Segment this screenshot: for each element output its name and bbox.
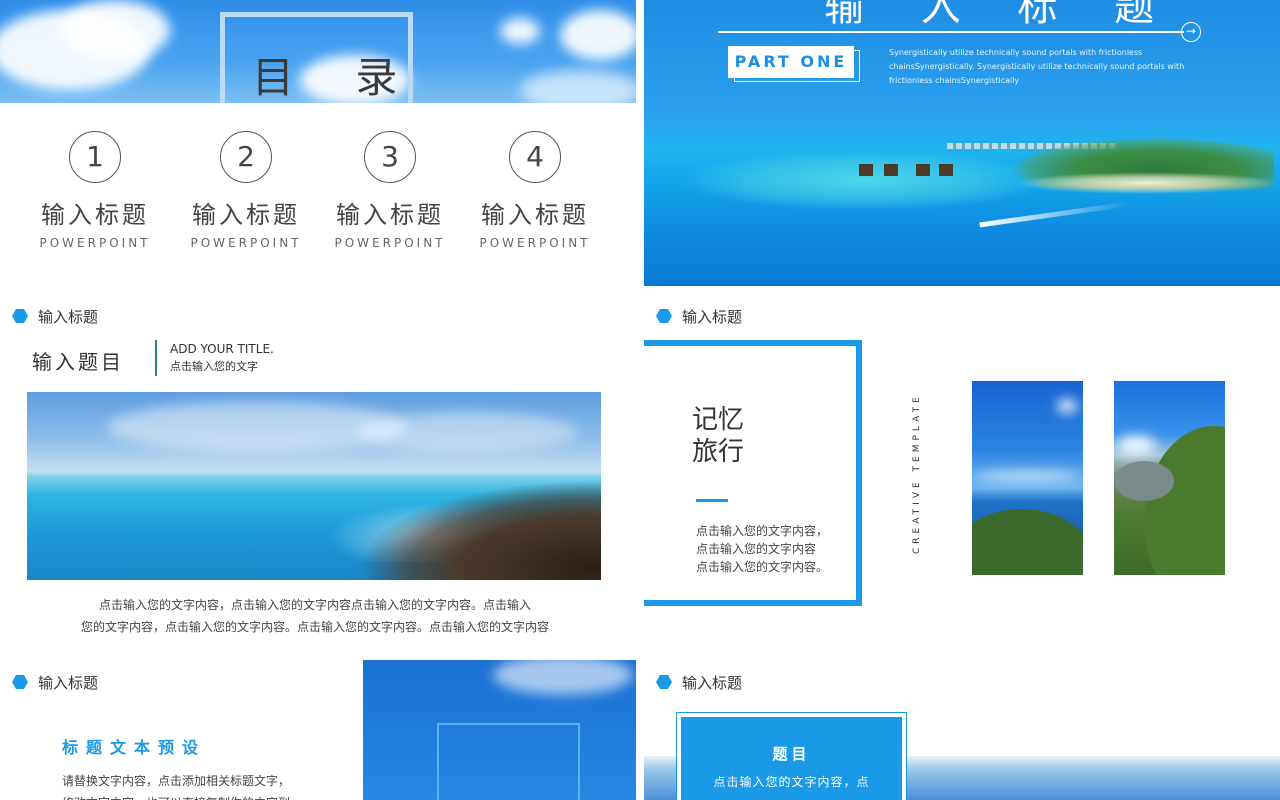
card-body: 点击输入您的文字内容，点 (713, 775, 870, 789)
memo-body: 点击输入您的文字内容， 点击输入您的文字内容 点击输入您的文字内容。 (696, 522, 846, 576)
toc-item-2[interactable]: 2 输入标题 POWERPOINT (176, 131, 316, 250)
hexagon-icon (12, 309, 28, 323)
reef-shape (684, 150, 1044, 210)
toc-label: 输入标题 (481, 201, 589, 229)
section-title: 输入标题 (38, 308, 99, 326)
toc-number: 3 (364, 131, 416, 183)
toc-sub: POWERPOINT (39, 236, 151, 250)
part-label: PART ONE (728, 46, 854, 78)
vertical-caption: CREATIVE TEMPLATE (912, 393, 922, 554)
desc-line: chainsSynergistically. Synergistically u… (889, 62, 1185, 71)
hexagon-icon (656, 309, 672, 323)
hexagon-icon (656, 675, 672, 689)
toc-item-4[interactable]: 4 输入标题 POWERPOINT (465, 131, 605, 250)
section-title: 输入标题 (38, 674, 99, 692)
memo-line: 点击输入您的文字内容。 (696, 560, 829, 574)
para-line: 修改文字内容，也可以直接复制你的内容到 (62, 792, 302, 800)
section-title: 输入标题 (682, 674, 743, 692)
slide-part-one[interactable]: 输 入 标 题 → PART ONE Synergistically utili… (644, 0, 1280, 286)
memo-title-line: 记忆 (692, 405, 745, 435)
heading-en: ADD YOUR TITLE. (170, 342, 274, 356)
heading-divider (155, 340, 157, 376)
toc-label: 输入标题 (192, 201, 300, 229)
slide-memory-travel[interactable]: 输入标题 记忆 旅行 点击输入您的文字内容， 点击输入您的文字内容 点击输入您的… (644, 296, 1280, 650)
arrow-right-icon: → (1181, 22, 1201, 42)
accent-dash (696, 499, 728, 502)
toc-number: 1 (69, 131, 121, 183)
subhead: 标题文本预设 (62, 738, 207, 757)
topic-card[interactable]: 题目 点击输入您的文字内容，点 (677, 713, 906, 800)
slide-toc[interactable]: 目 录 1 输入标题 POWERPOINT 2 输入标题 POWERPOINT … (0, 0, 636, 286)
memo-title: 记忆 旅行 (692, 404, 772, 468)
sea-photo (27, 392, 601, 580)
part-description: Synergistically utilize technically soun… (889, 46, 1189, 88)
toc-label: 输入标题 (41, 201, 149, 229)
slide-topic-card[interactable]: 输入标题 题目 点击输入您的文字内容，点 (644, 660, 1280, 800)
toc-title: 目 录 (252, 53, 422, 102)
memo-title-line: 旅行 (692, 437, 745, 467)
toc-sub: POWERPOINT (190, 236, 302, 250)
toc-number: 4 (509, 131, 561, 183)
heading-cn: 点击输入您的文字 (170, 360, 258, 373)
heading: 输入题目 (32, 350, 124, 374)
section-title: 输入标题 (682, 308, 743, 326)
body-text: 点击输入您的文字内容，点击输入您的文字内容点击输入您的文字内容。点击输入 您的文… (70, 594, 560, 638)
toc-label: 输入标题 (336, 201, 444, 229)
coast-photo-a (972, 381, 1083, 575)
hexagon-icon (12, 675, 28, 689)
para-line: 请替换文字内容，点击添加相关标题文字， (62, 774, 291, 788)
beach-shape (1014, 172, 1279, 194)
toc-sub: POWERPOINT (334, 236, 446, 250)
hut-shape (916, 164, 930, 176)
toc-item-1[interactable]: 1 输入标题 POWERPOINT (25, 131, 165, 250)
card-title: 题目 (772, 745, 811, 763)
desc-line: Synergistically utilize technically soun… (889, 48, 1143, 57)
slide-title: 输 入 标 题 (824, 0, 1177, 30)
body-line: 点击输入您的文字内容，点击输入您的文字内容点击输入您的文字内容。点击输入 (98, 598, 531, 612)
slide-text-preset[interactable]: 输入标题 标题文本预设 请替换文字内容，点击添加相关标题文字， 修改文字内容，也… (0, 660, 636, 800)
slide-title-photo[interactable]: 输入标题 输入题目 ADD YOUR TITLE. 点击输入您的文字 点击输入您… (0, 296, 636, 650)
paragraph: 请替换文字内容，点击添加相关标题文字， 修改文字内容，也可以直接复制你的内容到 (62, 770, 302, 800)
hut-shape (939, 164, 953, 176)
toc-sub: POWERPOINT (479, 236, 591, 250)
hut-shape (884, 164, 898, 176)
toc-number: 2 (220, 131, 272, 183)
coast-photo-b (1114, 381, 1225, 575)
desc-line: frictionless chainsSynergistically (889, 76, 1020, 85)
memo-line: 点击输入您的文字内容 (696, 542, 817, 556)
photo-frame (437, 723, 580, 800)
sky-photo (363, 660, 636, 800)
title-line (718, 31, 1184, 33)
hut-shape (859, 164, 873, 176)
memo-line: 点击输入您的文字内容， (696, 524, 829, 538)
body-line: 您的文字内容，点击输入您的文字内容。点击输入您的文字内容。点击输入您的文字内容 (80, 620, 549, 634)
toc-item-3[interactable]: 3 输入标题 POWERPOINT (320, 131, 460, 250)
